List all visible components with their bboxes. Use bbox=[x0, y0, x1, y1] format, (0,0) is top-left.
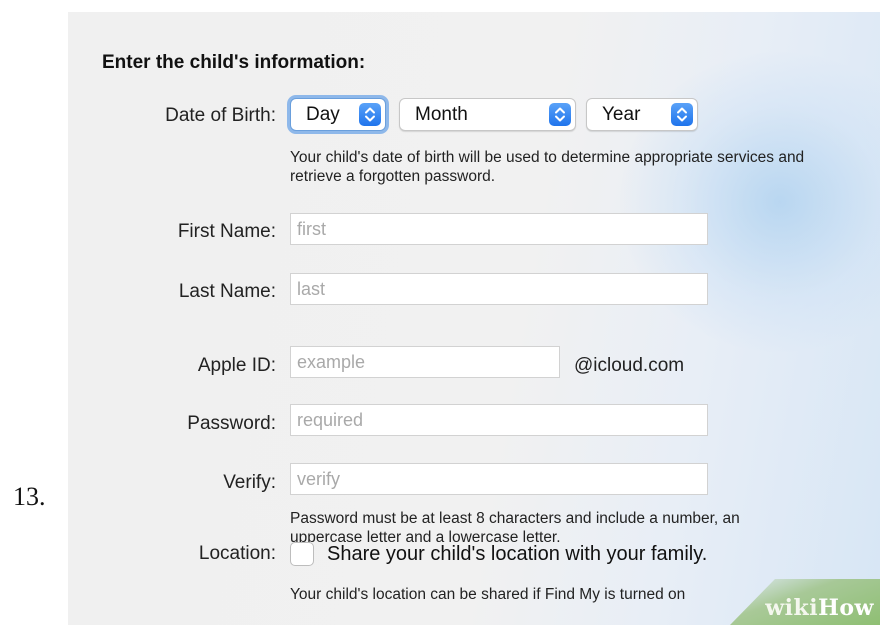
wikihow-watermark: wikiHow bbox=[765, 595, 874, 621]
password-help-text: Password must be at least 8 characters a… bbox=[290, 510, 740, 546]
step-number: 13. bbox=[13, 482, 46, 511]
last-name-field[interactable] bbox=[290, 273, 708, 305]
password-label: Password: bbox=[187, 413, 276, 434]
month-select[interactable]: Month bbox=[399, 98, 576, 131]
child-info-panel: Enter the child's information: Date of B… bbox=[68, 12, 880, 625]
year-select-value: Year bbox=[602, 104, 641, 125]
updown-chevron-icon bbox=[671, 103, 693, 126]
apple-id-label: Apple ID: bbox=[197, 355, 276, 376]
verify-label: Verify: bbox=[223, 472, 276, 493]
share-location-label[interactable]: Share your child's location with your fa… bbox=[327, 543, 707, 566]
apple-id-input[interactable] bbox=[291, 347, 559, 377]
first-name-field[interactable] bbox=[290, 213, 708, 245]
day-select-value: Day bbox=[306, 104, 340, 125]
dob-label: Date of Birth: bbox=[165, 105, 276, 126]
updown-chevron-icon bbox=[359, 103, 381, 126]
password-input[interactable] bbox=[291, 405, 707, 435]
first-name-input[interactable] bbox=[291, 214, 707, 244]
first-name-label: First Name: bbox=[177, 221, 276, 242]
updown-chevron-icon bbox=[549, 103, 571, 126]
verify-field[interactable] bbox=[290, 463, 708, 495]
day-select[interactable]: Day bbox=[290, 98, 386, 131]
watermark-part1: wiki bbox=[765, 595, 819, 621]
last-name-input[interactable] bbox=[291, 274, 707, 304]
dob-help-text: Your child's date of birth will be used … bbox=[290, 149, 805, 185]
location-help-text: Your child's location can be shared if F… bbox=[290, 586, 686, 603]
watermark-part2: How bbox=[818, 595, 874, 621]
share-location-checkbox[interactable] bbox=[290, 542, 314, 566]
icloud-domain-suffix: @icloud.com bbox=[574, 355, 685, 376]
location-label: Location: bbox=[198, 543, 276, 564]
month-select-value: Month bbox=[415, 104, 468, 125]
last-name-label: Last Name: bbox=[178, 281, 276, 302]
year-select[interactable]: Year bbox=[586, 98, 698, 131]
verify-input[interactable] bbox=[291, 464, 707, 494]
password-field[interactable] bbox=[290, 404, 708, 436]
apple-id-field[interactable] bbox=[290, 346, 560, 378]
background-glow bbox=[620, 52, 880, 352]
form-heading: Enter the child's information: bbox=[102, 52, 366, 73]
